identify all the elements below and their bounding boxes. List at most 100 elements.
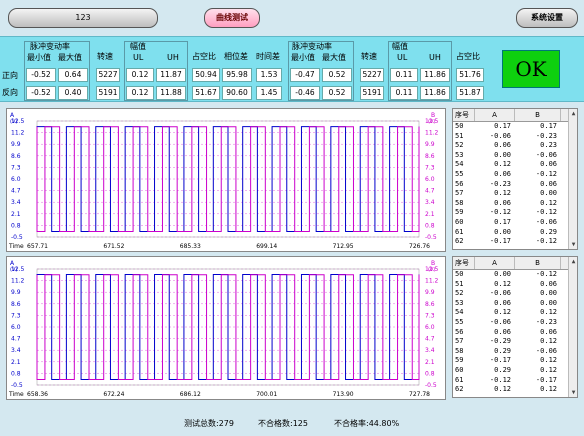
table-row[interactable]: 58 0.29 -0.06 [453,347,577,357]
pulse-rate-title-2: 脉冲变动率 [292,42,332,51]
data-table-2[interactable]: 序号 A B 50 0.00 -0.12 51 0.12 0.06 52 -0.06 0.00 5… [452,256,578,398]
table-row[interactable]: 52 0.06 0.23 [453,141,577,151]
x-tick-label: 726.76 [409,243,430,250]
y-tick-label-left: 8.6 [11,153,21,160]
row-index: 52 [455,289,464,298]
row-value-b: -0.17 [535,375,557,384]
row-index: 61 [455,227,464,236]
row-value-a: -0.29 [489,337,511,346]
row-index: 53 [455,150,464,159]
table-row[interactable]: 52 -0.06 0.00 [453,289,577,299]
table-row[interactable]: 61 0.00 0.29 [453,228,577,238]
forward-speed-2: 5227 [360,68,384,82]
table-row[interactable]: 53 0.06 0.00 [453,299,577,309]
min-label-1: 最小值 [27,53,51,62]
y-tick-label-left: 9.9 [11,289,21,296]
table-row[interactable]: 57 -0.29 0.12 [453,337,577,347]
reverse-min-1: -0.52 [26,86,56,100]
y-tick-label-left: 11.2 [11,130,25,137]
table-row[interactable]: 59 -0.12 -0.12 [453,208,577,218]
reverse-phase: 90.60 [222,86,252,100]
forward-uh-1: 11.87 [156,68,186,82]
product-id-display: 123 [8,8,158,28]
forward-duty-1: 50.94 [192,68,220,82]
table-row[interactable]: 62 0.12 0.12 [453,385,577,395]
row-value-a: 0.06 [494,198,511,207]
table-scrollbar[interactable]: ▲ ▼ [568,109,577,249]
uh-label-1: UH [167,53,179,62]
reverse-speed-2: 5191 [360,86,384,100]
row-value-b: 0.06 [540,179,557,188]
table-row[interactable]: 59 -0.17 0.12 [453,356,577,366]
system-settings-button[interactable]: 系统设置 [516,8,578,28]
col-header-b: B [515,257,561,269]
y-tick-label-left: 4.7 [11,188,21,195]
x-tick-label: 699.14 [256,243,277,250]
scroll-up-icon[interactable]: ▲ [569,109,578,118]
table-row[interactable]: 54 0.12 0.12 [453,308,577,318]
table-row[interactable]: 56 -0.23 0.06 [453,180,577,190]
y-tick-label-right: 12.5 [425,118,439,125]
row-value-b: 0.29 [540,227,557,236]
y-tick-label-left: 8.6 [11,301,21,308]
x-tick-label: 727.78 [409,391,430,398]
row-value-b: 0.12 [540,365,557,374]
row-index: 54 [455,308,464,317]
row-value-a: 0.06 [494,141,511,150]
forward-phase: 95.98 [222,68,252,82]
table-row[interactable]: 50 0.00 -0.12 [453,270,577,280]
row-value-a: 0.12 [494,308,511,317]
table-scrollbar[interactable]: ▲ ▼ [568,257,577,397]
data-table-1[interactable]: 序号 A B 50 0.17 0.17 51 -0.06 -0.23 52 0.06 0.23 5… [452,108,578,250]
table-row[interactable]: 51 -0.06 -0.23 [453,132,577,142]
forward-max-1: 0.64 [58,68,88,82]
waveform-chart-1: A (V) B (V) 12.5 12.5 11.2 11.2 9.9 9.9 8.6 8.6 7.3 7… [6,108,446,252]
table-row[interactable]: 57 0.12 0.00 [453,189,577,199]
row-value-b: 0.06 [540,279,557,288]
fail-count: 不合格数:125 [258,419,308,428]
table-row[interactable]: 55 0.06 -0.12 [453,170,577,180]
x-tick-label: 713.90 [333,391,354,398]
row-index: 55 [455,169,464,178]
table-row[interactable]: 51 0.12 0.06 [453,280,577,290]
y-tick-label-left: 2.1 [11,211,21,218]
curve-test-button[interactable]: 曲线测试 [204,8,260,28]
row-value-a: 0.17 [494,217,511,226]
row-index: 51 [455,279,464,288]
x-tick-label: 712.95 [333,243,354,250]
table-row[interactable]: 54 0.12 0.06 [453,160,577,170]
table-body: 50 0.00 -0.12 51 0.12 0.06 52 -0.06 0.00 53 0.06 0.… [453,270,577,395]
table-row[interactable]: 55 -0.06 -0.23 [453,318,577,328]
y-tick-label-right: 12.5 [425,266,439,273]
row-value-b: 0.06 [540,160,557,169]
table-row[interactable]: 62 -0.17 -0.12 [453,237,577,247]
row-value-a: 0.06 [494,169,511,178]
forward-row-label: 正向 [2,71,18,80]
row-index: 58 [455,198,464,207]
reverse-ul-1: 0.12 [126,86,154,100]
y-tick-label-right: 6.0 [425,324,435,331]
table-row[interactable]: 60 0.17 -0.06 [453,218,577,228]
waveform-chart-1-svg: A(V)B(V)12.5 12.511.2 11.29.9 9.98.6 8.67.3 7… [8,112,439,250]
row-index: 50 [455,270,464,278]
row-value-b: -0.12 [535,270,557,278]
y-tick-label-left: 12.5 [11,118,25,125]
table-row[interactable]: 58 0.06 0.12 [453,199,577,209]
table-row[interactable]: 61 -0.12 -0.17 [453,376,577,386]
y-tick-label-left: 3.4 [11,347,21,354]
scroll-down-icon[interactable]: ▼ [569,240,578,249]
y-tick-label-right: 2.1 [425,359,435,366]
table-row[interactable]: 60 0.29 0.12 [453,366,577,376]
row-value-a: 0.29 [494,346,511,355]
row-value-a: -0.23 [489,179,511,188]
forward-time: 1.53 [256,68,282,82]
scroll-up-icon[interactable]: ▲ [569,257,578,266]
y-tick-label-right: 9.9 [425,289,435,296]
table-row[interactable]: 50 0.17 0.17 [453,122,577,132]
row-value-a: -0.06 [489,289,511,298]
table-row[interactable]: 56 0.06 0.06 [453,328,577,338]
table-row[interactable]: 53 0.00 -0.06 [453,151,577,161]
row-value-b: -0.23 [535,131,557,140]
scroll-down-icon[interactable]: ▼ [569,388,578,397]
row-value-b: -0.23 [535,317,557,326]
